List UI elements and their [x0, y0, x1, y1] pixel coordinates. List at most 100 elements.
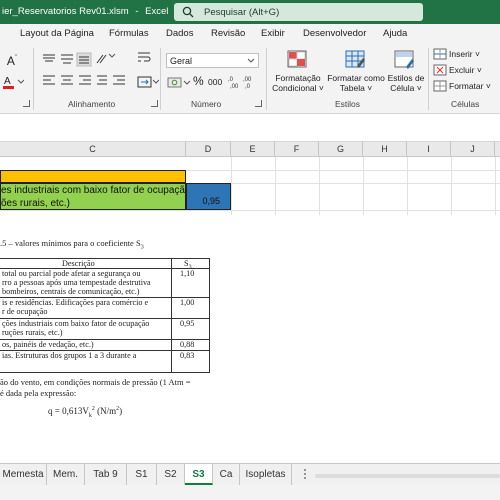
cell-styles-icon[interactable]: [394, 50, 416, 70]
formula-bar-area[interactable]: [0, 114, 500, 142]
gridline: [495, 157, 496, 215]
svg-text:,00: ,00: [230, 84, 239, 90]
table-row-1-line-1: total ou parcial pode afetar a segurança…: [2, 269, 141, 278]
merge-center-icon[interactable]: [137, 74, 159, 90]
window-title: ier_Reservatorios Rev01.xlsm - Excel: [2, 6, 168, 17]
wrap-text-icon[interactable]: [137, 50, 151, 66]
s3-coefficient-table: Descrição S3 total ou parcial pode afeta…: [0, 258, 210, 373]
format-cells-button[interactable]: Formatar ˅: [449, 81, 491, 91]
column-header-d[interactable]: D: [186, 142, 231, 157]
chevron-down-icon: [247, 58, 255, 63]
alignment-icons[interactable]: [41, 52, 129, 96]
tab-help[interactable]: Ajuda: [383, 28, 407, 39]
paragraph-line-1: ão do vento, em condições normais de pre…: [0, 377, 191, 387]
format-as-table-label[interactable]: Formatar como Tabela ˅: [326, 73, 386, 93]
formula-end: ): [119, 406, 123, 416]
gridline: [0, 210, 500, 211]
column-header-i[interactable]: I: [407, 142, 451, 157]
number-format-dropdown[interactable]: Geral: [166, 53, 259, 68]
column-header-c[interactable]: C: [0, 142, 186, 157]
table-caption: .5 – valores mínimos para o coeficiente …: [0, 238, 144, 251]
cells-group-label: Células: [451, 99, 480, 109]
paragraph-line-2: é dada pela expressão:: [0, 388, 77, 398]
column-header-f[interactable]: F: [275, 142, 319, 157]
table-row-5-line-1: ias. Estruturas dos grupos 1 a 3 durante…: [2, 351, 137, 360]
column-header-g[interactable]: G: [319, 142, 363, 157]
tab-formulas[interactable]: Fórmulas: [109, 28, 149, 39]
cell-styles-line2: Célula: [390, 83, 415, 93]
table-rule: [0, 258, 210, 259]
tab-page-layout[interactable]: Layout da Página: [20, 28, 94, 39]
tab-review[interactable]: Revisão: [211, 28, 245, 39]
worksheet-grid[interactable]: es industriais com baixo fator de ocupaç…: [0, 157, 500, 463]
formula-prefix: q = 0,613V: [48, 406, 89, 416]
green-cell-line2: ões rurais, etc.): [1, 198, 70, 209]
search-icon: [182, 6, 194, 18]
ribbon-separator: [266, 48, 267, 110]
sheet-tab-memesta[interactable]: Memesta: [0, 464, 47, 485]
insert-cells-button[interactable]: Inserir ˅: [449, 49, 480, 59]
number-group-label: Número: [191, 99, 222, 109]
sheet-tab-ca[interactable]: Ca: [213, 464, 240, 485]
gridline: [275, 157, 276, 215]
font-color-icon: A: [3, 76, 24, 89]
more-sheets-icon[interactable]: [302, 468, 308, 480]
styles-group-label: Estilos: [335, 99, 361, 109]
accounting-format-button[interactable]: [167, 75, 191, 91]
tab-developer[interactable]: Desenvolvedor: [303, 28, 366, 39]
sheet-tab-isopletas[interactable]: Isopletas: [240, 464, 292, 485]
font-group-launcher[interactable]: [23, 100, 30, 107]
tab-data[interactable]: Dados: [166, 28, 193, 39]
tab-view[interactable]: Exibir: [261, 28, 285, 39]
percent-button[interactable]: %: [193, 74, 204, 88]
alignment-group-launcher[interactable]: [151, 100, 158, 107]
column-header-j[interactable]: J: [451, 142, 495, 157]
font-color-button[interactable]: A: [2, 74, 24, 90]
table-row-2-line-2: r de ocupação: [2, 307, 48, 316]
green-cell[interactable]: es industriais com baixo fator de ocupaç…: [0, 183, 191, 210]
thousands-separator-button[interactable]: 000: [208, 77, 222, 87]
ribbon-separator: [33, 48, 34, 110]
svg-text:,0: ,0: [245, 84, 251, 90]
column-header-e[interactable]: E: [231, 142, 275, 157]
conditional-formatting-line1: Formatação: [275, 73, 321, 83]
format-cells-label: Formatar: [449, 81, 484, 91]
svg-text:,0: ,0: [228, 77, 234, 83]
delete-cells-label: Excluir: [449, 65, 475, 75]
decrease-decimal-icon[interactable]: ,00,0: [243, 74, 257, 90]
increase-decimal-icon[interactable]: ,0,00: [228, 74, 242, 90]
horizontal-scrollbar[interactable]: [315, 474, 500, 478]
gridline: [319, 157, 320, 215]
insert-cells-icon: [433, 48, 447, 60]
number-group-launcher[interactable]: [255, 100, 262, 107]
delete-cells-icon: [433, 64, 447, 76]
column-header-h[interactable]: H: [363, 142, 407, 157]
table-row-3-value: 0,95: [180, 319, 195, 328]
ribbon: Aˇ A Alinhamento Geral % 000 ,0 ,00 ,00 …: [0, 44, 500, 114]
format-as-table-icon[interactable]: [345, 50, 367, 70]
table-row-5-value: 0,83: [180, 351, 195, 360]
cell-styles-label[interactable]: Estilos de Célula ˅: [384, 73, 428, 93]
sheet-tab-s1[interactable]: S1: [127, 464, 157, 485]
table-row-3-line-2: ruções rurais, etc.): [2, 328, 63, 337]
sheet-tab-s2[interactable]: S2: [157, 464, 185, 485]
conditional-formatting-icon[interactable]: [287, 50, 309, 70]
delete-cells-button[interactable]: Excluir ˅: [449, 65, 482, 75]
table-rule: [171, 258, 172, 373]
search-placeholder: Pesquisar (Alt+G): [204, 7, 280, 18]
gridline: [451, 157, 452, 215]
table-rule: [0, 372, 210, 373]
sheet-tab-tab9[interactable]: Tab 9: [85, 464, 127, 485]
conditional-formatting-label[interactable]: Formatação Condicional ˅: [272, 73, 324, 93]
orange-cell[interactable]: [0, 170, 186, 183]
gridline: [231, 157, 232, 215]
blue-value-cell[interactable]: 0,95: [186, 183, 231, 210]
search-box[interactable]: Pesquisar (Alt+G): [174, 3, 423, 21]
sheet-tab-s3[interactable]: S3: [185, 464, 213, 485]
green-cell-line1: es industriais com baixo fator de ocupaç…: [1, 185, 191, 196]
sheet-tab-mem[interactable]: Mem.: [47, 464, 85, 485]
cell-styles-line1: Estilos de: [387, 73, 425, 83]
sheet-tab-bar: Memesta Mem. Tab 9 S1 S2 S3 Ca Isopletas: [0, 463, 500, 485]
table-row-1-line-2: rro a pessoas após uma tempestade destru…: [2, 278, 151, 287]
font-size-down-button[interactable]: Aˇ: [4, 54, 20, 68]
